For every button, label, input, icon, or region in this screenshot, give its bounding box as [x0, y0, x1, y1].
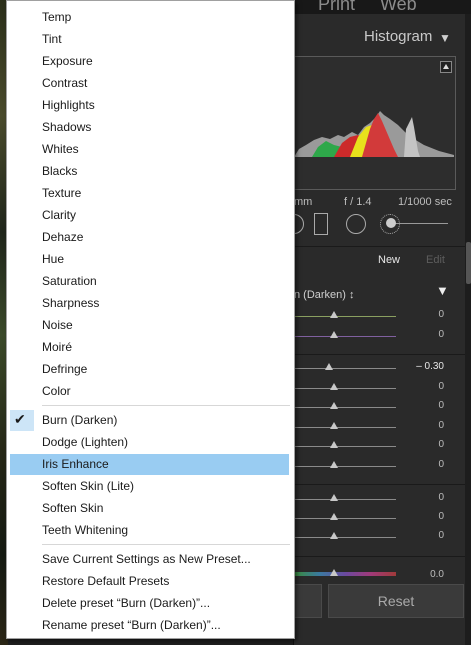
- exif-shutter: 1/1000 sec: [398, 196, 452, 208]
- menu-item-iris-enhance[interactable]: Iris Enhance: [10, 454, 289, 475]
- exif-focal: mm: [294, 196, 313, 208]
- menu-item-sharpness[interactable]: Sharpness: [10, 293, 289, 314]
- menu-item-highlights[interactable]: Highlights: [10, 95, 289, 116]
- slider-track[interactable]: [294, 499, 396, 500]
- slider-track[interactable]: [294, 368, 396, 369]
- slider-knob[interactable]: [330, 513, 338, 520]
- slider-value[interactable]: 0: [414, 511, 444, 522]
- menu-item-dodge-lighten[interactable]: Dodge (Lighten): [10, 432, 289, 453]
- menu-item-delete-preset[interactable]: Delete preset “Burn (Darken)”...: [10, 593, 289, 614]
- menu-item-tint[interactable]: Tint: [10, 29, 289, 50]
- histogram-title: Histogram: [364, 28, 433, 45]
- slider-track[interactable]: [294, 336, 396, 337]
- mask-new-button[interactable]: New: [378, 254, 400, 266]
- menu-item-hue[interactable]: Hue: [10, 249, 289, 270]
- menu-item-moire[interactable]: Moiré: [10, 337, 289, 358]
- menu-item-exposure[interactable]: Exposure: [10, 51, 289, 72]
- menu-item-blacks[interactable]: Blacks: [10, 161, 289, 182]
- slider-track[interactable]: [294, 427, 396, 428]
- slider-track[interactable]: [294, 537, 396, 538]
- menu-item-teeth-whitening[interactable]: Teeth Whitening: [10, 520, 289, 541]
- menu-item-temp[interactable]: Temp: [10, 7, 289, 28]
- slider-knob[interactable]: [330, 311, 338, 318]
- color-slider-track[interactable]: [294, 572, 396, 576]
- menu-item-rename-preset[interactable]: Rename preset “Burn (Darken)”...: [10, 615, 289, 636]
- slider-value[interactable]: 0: [414, 309, 444, 320]
- menu-item-defringe[interactable]: Defringe: [10, 359, 289, 380]
- menu-item-dehaze[interactable]: Dehaze: [10, 227, 289, 248]
- slider-track[interactable]: [294, 518, 396, 519]
- right-panel: Histogram ▼ mm f / 1.4 1/1000 sec New Ed…: [284, 14, 471, 645]
- graduated-filter-icon[interactable]: [314, 213, 328, 235]
- menu-item-saturation[interactable]: Saturation: [10, 271, 289, 292]
- checkmark-icon: ✔: [14, 411, 26, 427]
- histogram-graph: [294, 111, 454, 157]
- menu-item-contrast[interactable]: Contrast: [10, 73, 289, 94]
- slider-knob[interactable]: [330, 569, 338, 576]
- slider-knob[interactable]: [330, 402, 338, 409]
- tool-slider[interactable]: [390, 223, 448, 224]
- slider-knob[interactable]: [330, 532, 338, 539]
- panel-menu-triangle-icon[interactable]: ▼: [436, 283, 449, 298]
- module-web[interactable]: Web: [380, 0, 417, 15]
- slider-track[interactable]: [294, 388, 396, 389]
- histogram-header[interactable]: Histogram ▼: [294, 26, 465, 50]
- effect-dropdown[interactable]: n (Darken) ↕ ▼: [294, 283, 465, 304]
- menu-item-restore-presets[interactable]: Restore Default Presets: [10, 571, 289, 592]
- previous-button[interactable]: [294, 584, 322, 618]
- slider-value[interactable]: 0: [414, 439, 444, 450]
- effect-label: n (Darken) ↕: [294, 289, 355, 301]
- slider-value[interactable]: 0: [414, 400, 444, 411]
- tool-strip: [284, 211, 465, 239]
- slider-value[interactable]: 0: [414, 329, 444, 340]
- collapse-triangle-icon[interactable]: ▼: [439, 31, 451, 45]
- slider-value[interactable]: 0: [414, 530, 444, 541]
- menu-item-soften-skin-lite[interactable]: Soften Skin (Lite): [10, 476, 289, 497]
- radial-filter-icon[interactable]: [346, 214, 366, 234]
- menu-item-color[interactable]: Color: [10, 381, 289, 402]
- slider-knob[interactable]: [330, 331, 338, 338]
- menu-item-save-preset[interactable]: Save Current Settings as New Preset...: [10, 549, 289, 570]
- slider-track[interactable]: [294, 466, 396, 467]
- mask-edit-button[interactable]: Edit: [426, 254, 445, 266]
- menu-item-texture[interactable]: Texture: [10, 183, 289, 204]
- menu-separator: [42, 544, 290, 545]
- menu-item-whites[interactable]: Whites: [10, 139, 289, 160]
- adjustment-preset-menu: Temp Tint Exposure Contrast Highlights S…: [6, 0, 295, 639]
- module-print[interactable]: Print: [318, 0, 355, 15]
- menu-item-shadows[interactable]: Shadows: [10, 117, 289, 138]
- slider-track[interactable]: [294, 446, 396, 447]
- highlight-clipping-icon[interactable]: [440, 61, 452, 73]
- slider-value[interactable]: 0: [414, 492, 444, 503]
- slider-value[interactable]: 0: [414, 381, 444, 392]
- menu-separator: [42, 405, 290, 406]
- reset-button[interactable]: Reset: [328, 584, 464, 618]
- slider-knob[interactable]: [330, 383, 338, 390]
- mask-header: New Edit: [294, 252, 465, 270]
- slider-value[interactable]: 0.0: [414, 569, 444, 580]
- slider-value[interactable]: – 0.30: [414, 361, 444, 372]
- slider-value[interactable]: 0: [414, 459, 444, 470]
- menu-item-soften-skin[interactable]: Soften Skin: [10, 498, 289, 519]
- slider-knob[interactable]: [330, 461, 338, 468]
- menu-item-clarity[interactable]: Clarity: [10, 205, 289, 226]
- histogram: mm f / 1.4 1/1000 sec: [294, 56, 456, 208]
- slider-track[interactable]: [294, 316, 396, 317]
- exif-aperture: f / 1.4: [344, 196, 372, 208]
- slider-knob[interactable]: [330, 494, 338, 501]
- slider-track[interactable]: [294, 407, 396, 408]
- tool-slider-handle[interactable]: [386, 218, 396, 228]
- menu-item-burn-darken[interactable]: ✔ Burn (Darken): [10, 410, 289, 431]
- slider-knob[interactable]: [325, 363, 333, 370]
- slider-knob[interactable]: [330, 422, 338, 429]
- panel-scrollbar[interactable]: [465, 14, 471, 645]
- slider-value[interactable]: 0: [414, 420, 444, 431]
- menu-item-noise[interactable]: Noise: [10, 315, 289, 336]
- slider-knob[interactable]: [330, 441, 338, 448]
